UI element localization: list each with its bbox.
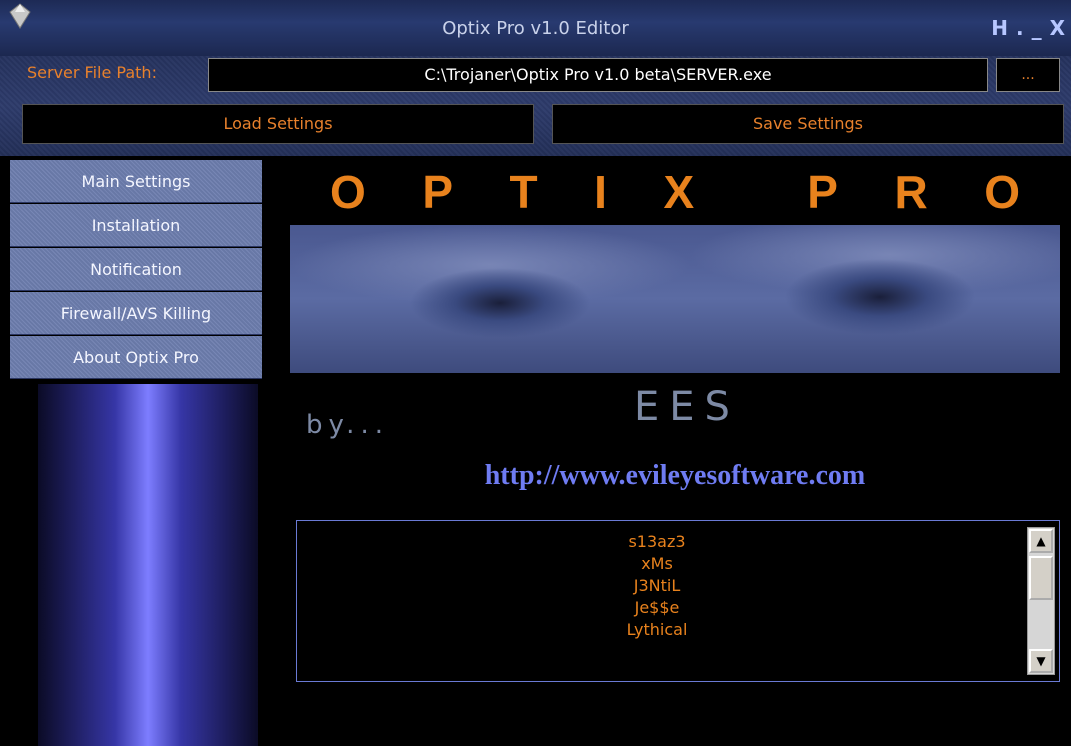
scroll-up-icon[interactable]: ▲ <box>1029 529 1053 553</box>
window-controls: H . _ X <box>991 16 1065 40</box>
load-settings-button[interactable]: Load Settings <box>22 104 534 144</box>
hide-button[interactable]: H <box>991 16 1008 40</box>
close-button[interactable]: X <box>1050 16 1065 40</box>
eyes-banner-image <box>290 225 1060 373</box>
logo-letter: T <box>509 166 538 218</box>
dot-button[interactable]: . <box>1016 16 1024 40</box>
sidebar-item-firewall[interactable]: Firewall/AVS Killing <box>10 292 262 335</box>
scroll-thumb[interactable] <box>1029 556 1053 600</box>
logo-letter: I <box>594 166 607 218</box>
sidebar-item-main-settings[interactable]: Main Settings <box>10 160 262 203</box>
scroll-down-icon[interactable]: ▼ <box>1029 649 1053 673</box>
logo-letter: P <box>422 166 453 218</box>
sidebar-item-about[interactable]: About Optix Pro <box>10 336 262 379</box>
window-title: Optix Pro v1.0 Editor <box>442 18 629 39</box>
browse-button[interactable]: ... <box>996 58 1060 92</box>
list-item: Lythical <box>626 620 688 639</box>
sidebar-item-notification[interactable]: Notification <box>10 248 262 291</box>
list-item: J3NtiL <box>633 576 681 595</box>
sidebar-decoration <box>38 384 258 746</box>
logo-letter: O <box>330 166 366 218</box>
credits-list-box[interactable]: s13az3 xMs J3NtiL Je$$e Lythical ▲ ▼ <box>296 520 1060 682</box>
logo-letter: O <box>984 166 1020 218</box>
logo-letter: R <box>894 166 928 218</box>
sidebar-item-installation[interactable]: Installation <box>10 204 262 247</box>
logo-letter: X <box>663 166 695 218</box>
server-path-label: Server File Path: <box>27 63 157 82</box>
credit-list: s13az3 xMs J3NtiL Je$$e Lythical <box>297 531 1017 641</box>
logo-letter: P <box>807 166 838 218</box>
website-link[interactable]: http://www.evileyesoftware.com <box>290 460 1060 492</box>
list-item: s13az3 <box>628 532 686 551</box>
list-item: xMs <box>641 554 673 573</box>
save-settings-button[interactable]: Save Settings <box>552 104 1064 144</box>
minimize-button[interactable]: _ <box>1032 16 1042 40</box>
scrollbar[interactable]: ▲ ▼ <box>1027 527 1055 675</box>
author-label: EES <box>634 384 740 430</box>
title-bar: Optix Pro v1.0 Editor H . _ X <box>0 0 1071 56</box>
server-path-field[interactable]: C:\Trojaner\Optix Pro v1.0 beta\SERVER.e… <box>208 58 988 92</box>
list-item: Je$$e <box>634 598 680 617</box>
by-label: by... <box>306 410 389 440</box>
optix-pro-logo: O P T I X P R O <box>290 165 1060 219</box>
